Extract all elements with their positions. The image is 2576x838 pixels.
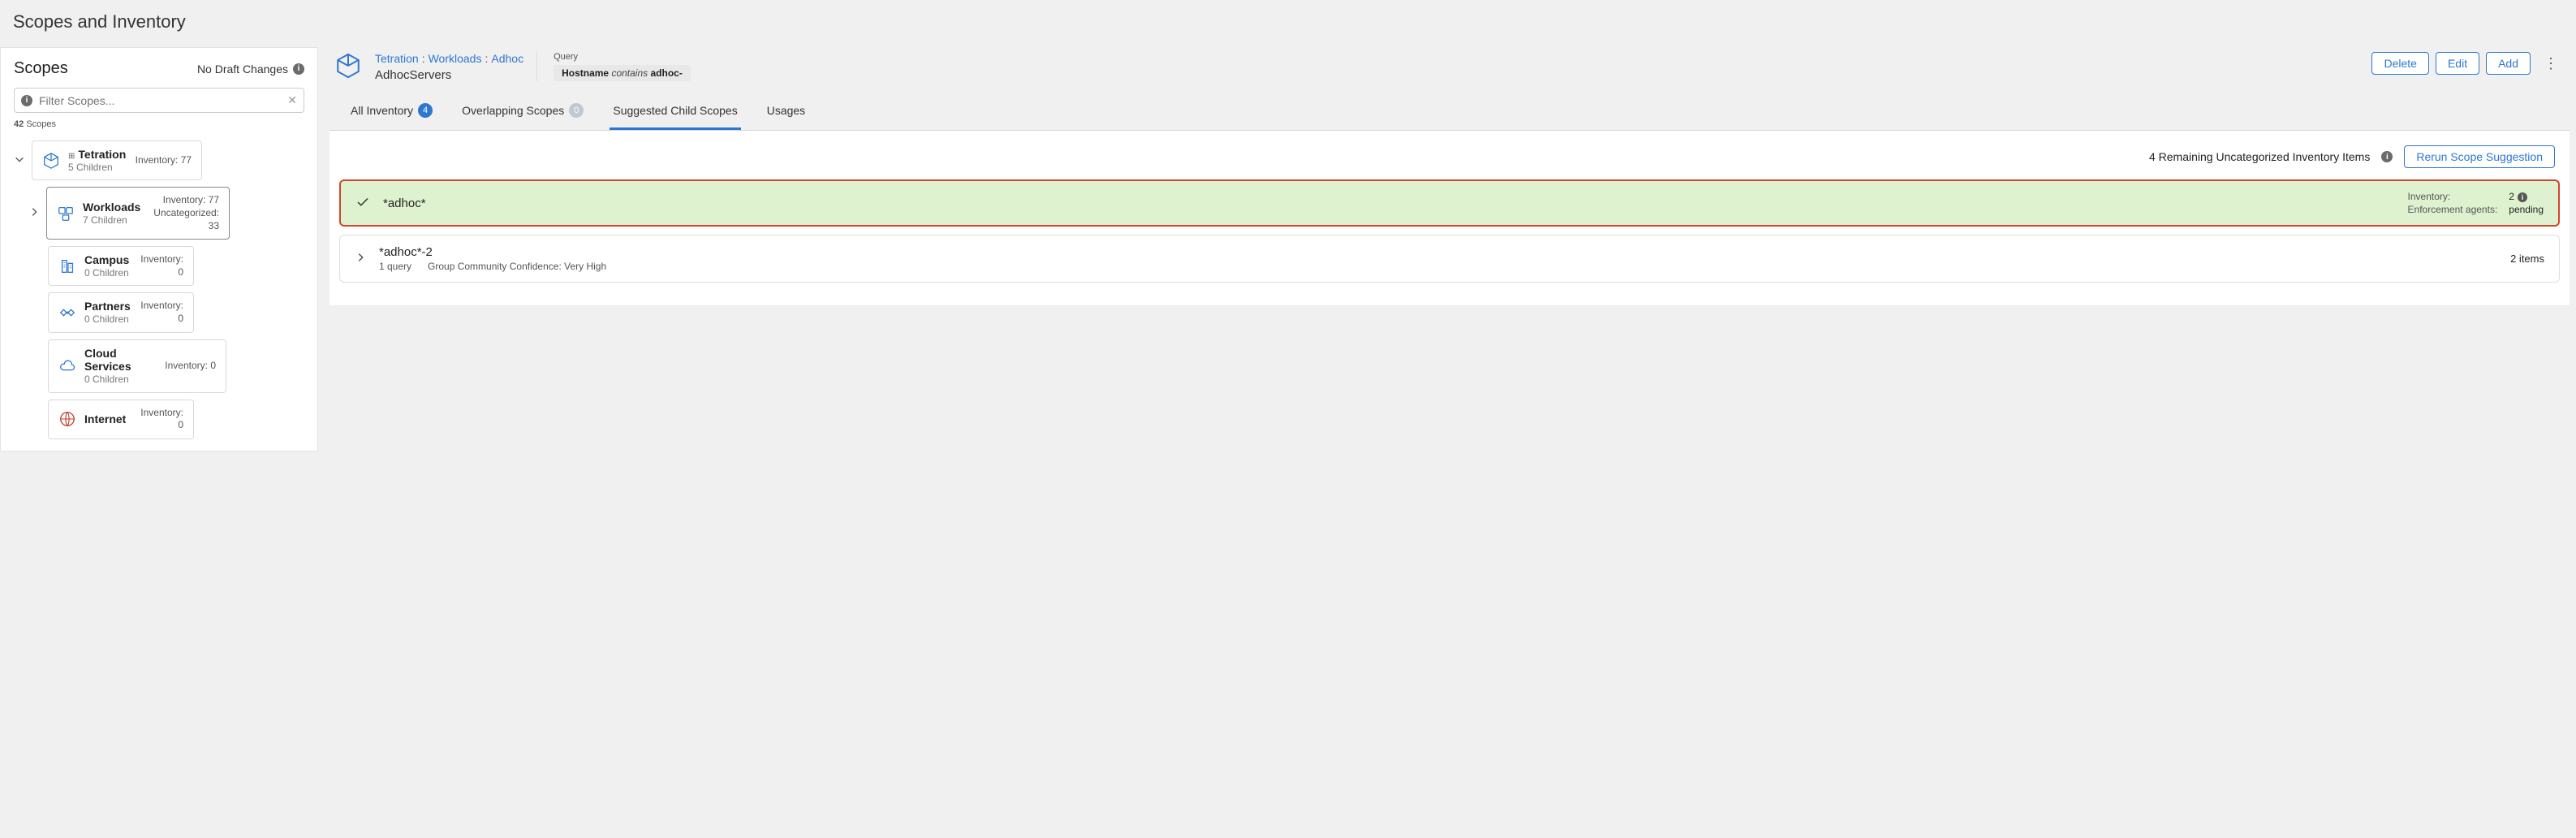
tab-label: Overlapping Scopes [462, 104, 564, 117]
check-icon [355, 195, 370, 212]
suggestion-name: *adhoc*-2 [379, 245, 606, 259]
page-title: Scopes and Inventory [0, 0, 2576, 47]
query-value: adhoc- [650, 67, 682, 79]
scope-node-campus[interactable]: Campus 0 Children Inventory: 0 [48, 246, 194, 286]
scope-children: 0 Children [84, 267, 129, 279]
tab-count-badge: 0 [569, 103, 584, 118]
scope-node-workloads[interactable]: Workloads 7 Children Inventory: 77 Uncat… [46, 187, 230, 240]
suggestion-name: *adhoc* [383, 197, 426, 210]
edit-button[interactable]: Edit [2436, 52, 2479, 75]
sidebar-title: Scopes [14, 59, 68, 78]
tab-label: Suggested Child Scopes [613, 104, 737, 117]
info-icon[interactable]: i [2518, 192, 2527, 202]
expand-icon[interactable] [28, 206, 40, 220]
tab-usages[interactable]: Usages [764, 95, 808, 130]
query-chip: Hostname contains adhoc- [554, 65, 691, 81]
header-actions: Delete Edit Add ⋮ [2371, 52, 2565, 76]
inventory-value: 2i [2509, 191, 2544, 202]
more-menu-icon[interactable]: ⋮ [2537, 52, 2565, 76]
query-label: Query [554, 52, 691, 62]
scope-inventory: Inventory: 77 [136, 154, 192, 167]
scope-node-partners[interactable]: Partners 0 Children Inventory: 0 [48, 292, 194, 332]
enforcement-value: pending [2509, 204, 2544, 215]
globe-icon [58, 410, 76, 428]
handshake-icon [58, 304, 76, 322]
add-button[interactable]: Add [2486, 52, 2531, 75]
chevron-right-icon[interactable] [355, 252, 366, 266]
scope-uncategorized: Uncategorized: 33 [149, 207, 219, 232]
scope-inventory: Inventory: 0 [134, 407, 183, 432]
breadcrumb-tetration[interactable]: Tetration [375, 52, 419, 65]
filter-info-icon: i [21, 95, 32, 106]
scope-name: Partners [84, 300, 131, 313]
scopes-sidebar: Scopes No Draft Changes i i ✕ 42 Scopes [0, 47, 318, 451]
scope-name: Tetration [78, 148, 126, 161]
scope-node-cloud-services[interactable]: Cloud Services 0 Children Inventory: 0 [48, 339, 226, 393]
suggested-scopes-content: 4 Remaining Uncategorized Inventory Item… [330, 131, 2570, 305]
main-panel: Tetration:Workloads:Adhoc AdhocServers Q… [330, 47, 2576, 451]
rerun-suggestion-button[interactable]: Rerun Scope Suggestion [2404, 145, 2555, 168]
scope-count-number: 42 [14, 119, 24, 129]
scope-children: 5 Children [68, 162, 127, 173]
query-field: Hostname [562, 67, 609, 79]
scope-count-label: Scopes [26, 119, 56, 129]
scope-children: 0 Children [84, 374, 157, 385]
suggestion-item-count: 2 items [2510, 253, 2544, 265]
scope-inventory: Inventory: 0 [139, 300, 183, 325]
scope-children: 0 Children [84, 313, 131, 325]
suggestion-query-count: 1 query [379, 261, 411, 272]
main-header: Tetration:Workloads:Adhoc AdhocServers Q… [330, 47, 2570, 95]
scope-children: 7 Children [83, 214, 140, 226]
filter-scopes-input-wrapper[interactable]: i ✕ [14, 88, 304, 113]
tab-overlapping-scopes[interactable]: Overlapping Scopes 0 [459, 95, 587, 130]
breadcrumb-workloads[interactable]: Workloads [429, 52, 482, 65]
clear-icon[interactable]: ✕ [287, 93, 297, 107]
filter-scopes-input[interactable] [39, 94, 281, 107]
inventory-label: Inventory: [2408, 191, 2498, 202]
collapse-icon[interactable] [14, 153, 25, 167]
info-icon[interactable]: i [2381, 151, 2393, 162]
scope-name: Internet [84, 413, 126, 426]
scope-name: Cloud Services [84, 347, 157, 374]
workloads-icon [57, 205, 75, 222]
suggestion-confidence: Group Community Confidence: Very High [428, 261, 606, 272]
selected-scope-name: AdhocServers [375, 68, 523, 82]
query-block: Query Hostname contains adhoc- [536, 52, 691, 81]
info-icon[interactable]: i [293, 63, 304, 75]
scope-inventory: Inventory: 0 [165, 360, 216, 373]
delete-button[interactable]: Delete [2371, 52, 2428, 75]
grid-icon: ⊞ [68, 152, 75, 161]
cloud-icon [58, 357, 76, 375]
breadcrumb: Tetration:Workloads:Adhoc [375, 52, 523, 65]
scope-node-tetration[interactable]: ⊞Tetration 5 Children Inventory: 77 [32, 140, 202, 180]
enforcement-label: Enforcement agents: [2408, 204, 2498, 215]
draft-status: No Draft Changes i [197, 63, 304, 76]
suggestion-row-adhoc-2[interactable]: *adhoc*-2 1 query Group Community Confid… [339, 235, 2560, 283]
scope-name: Workloads [83, 201, 140, 214]
tab-label: Usages [767, 104, 805, 117]
draft-status-text: No Draft Changes [197, 63, 288, 76]
scope-count: 42 Scopes [14, 119, 304, 129]
breadcrumb-adhoc[interactable]: Adhoc [491, 52, 523, 65]
tabs: All Inventory 4 Overlapping Scopes 0 Sug… [330, 95, 2570, 131]
tab-count-badge: 4 [418, 103, 433, 118]
scope-name: Campus [84, 253, 129, 267]
scope-icon [334, 52, 362, 82]
cube-icon [42, 152, 60, 170]
scope-tree: ⊞Tetration 5 Children Inventory: 77 [14, 140, 304, 439]
building-icon [58, 257, 76, 275]
query-operator: contains [611, 67, 648, 79]
suggestion-row-adhoc[interactable]: *adhoc* Inventory: 2i Enforcement agents… [339, 179, 2560, 227]
remaining-uncategorized-text: 4 Remaining Uncategorized Inventory Item… [2149, 150, 2370, 163]
scope-inventory: Inventory: 77 [149, 194, 219, 207]
tab-all-inventory[interactable]: All Inventory 4 [347, 95, 436, 130]
scope-node-internet[interactable]: Internet Inventory: 0 [48, 400, 194, 439]
tab-label: All Inventory [351, 104, 413, 117]
tab-suggested-child-scopes[interactable]: Suggested Child Scopes [610, 95, 740, 130]
scope-inventory: Inventory: 0 [137, 253, 183, 279]
